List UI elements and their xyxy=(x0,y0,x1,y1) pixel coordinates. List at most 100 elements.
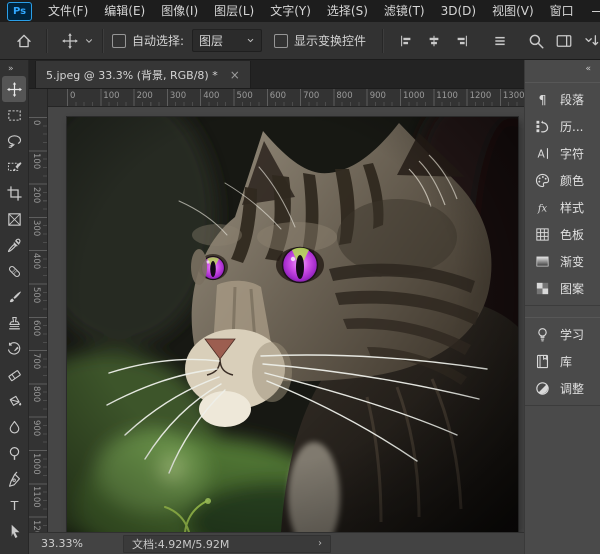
hruler-label: 0 xyxy=(70,91,75,101)
menu-edit[interactable]: 编辑(E) xyxy=(96,0,153,22)
distribute-button[interactable] xyxy=(486,28,514,54)
align-center-button[interactable] xyxy=(420,28,448,54)
panel-item-color[interactable]: 颜色 xyxy=(525,167,600,194)
panel-item-gradients[interactable]: 渐变 xyxy=(525,248,600,275)
panel-item-patterns[interactable]: 图案 xyxy=(525,275,600,302)
tool-bar: » xyxy=(0,60,29,554)
libraries-icon xyxy=(534,353,551,370)
blur-tool[interactable] xyxy=(2,414,26,440)
canvas-image[interactable] xyxy=(67,117,518,532)
separator xyxy=(382,29,384,53)
align-right-button[interactable] xyxy=(448,28,476,54)
panel-item-swatches[interactable]: 色板 xyxy=(525,221,600,248)
menu-3d[interactable]: 3D(D) xyxy=(433,0,484,22)
paint-bucket-tool[interactable] xyxy=(2,388,26,414)
vruler-label: 400 xyxy=(31,253,41,269)
vruler-label: 800 xyxy=(31,386,41,402)
eraser-tool[interactable] xyxy=(2,362,26,388)
healing-brush-tool[interactable] xyxy=(2,258,26,284)
panel-item-styles[interactable]: 样式 xyxy=(525,194,600,221)
status-bar: 33.33% 文档:4.92M/5.92M › xyxy=(29,532,524,554)
brush-tool[interactable] xyxy=(2,284,26,310)
frame-tool[interactable] xyxy=(2,206,26,232)
home-button[interactable] xyxy=(10,28,38,54)
vruler-label: 0 xyxy=(31,120,41,125)
current-tool-button[interactable] xyxy=(56,28,84,54)
align-left-button[interactable] xyxy=(392,28,420,54)
menu-file[interactable]: 文件(F) xyxy=(40,0,96,22)
status-chevron-icon[interactable]: › xyxy=(318,538,322,549)
brush-tool-icon xyxy=(6,289,23,306)
history-brush-tool[interactable] xyxy=(2,336,26,362)
ruler-corner[interactable] xyxy=(29,89,48,108)
crop-tool[interactable] xyxy=(2,180,26,206)
tab-close-icon[interactable]: × xyxy=(230,69,240,81)
panel-item-character[interactable]: 字符 xyxy=(525,140,600,167)
panel-item-label: 样式 xyxy=(560,199,584,216)
workspace-button[interactable] xyxy=(550,28,578,54)
search-button[interactable] xyxy=(522,28,550,54)
tool-preset-chevron[interactable] xyxy=(84,28,94,54)
show-transform-checkbox[interactable] xyxy=(274,34,288,48)
type-tool[interactable] xyxy=(2,492,26,518)
vertical-ruler[interactable]: 0100200300400500600700800900100011001200 xyxy=(29,107,48,532)
hruler-label: 1000 xyxy=(403,91,425,101)
zoom-level-field[interactable]: 33.33% xyxy=(37,537,95,550)
marquee-tool[interactable] xyxy=(2,102,26,128)
minimize-button[interactable] xyxy=(582,0,600,22)
vruler-label: 900 xyxy=(31,420,41,436)
align-left-icon xyxy=(399,34,413,48)
marquee-tool-icon xyxy=(6,107,23,124)
menu-select[interactable]: 选择(S) xyxy=(319,0,376,22)
clone-stamp-tool[interactable] xyxy=(2,310,26,336)
hruler-label: 600 xyxy=(270,91,286,101)
panel-item-libraries[interactable]: 库 xyxy=(525,348,600,375)
move-tool[interactable] xyxy=(2,76,26,102)
menu-type[interactable]: 文字(Y) xyxy=(262,0,319,22)
canvas-viewport[interactable] xyxy=(48,107,524,532)
eyedropper-tool-icon xyxy=(6,237,23,254)
paint-bucket-tool-icon xyxy=(6,393,23,410)
toolbar-expand-button[interactable]: » xyxy=(0,60,15,76)
patterns-icon xyxy=(534,280,551,297)
object-selection-tool[interactable] xyxy=(2,154,26,180)
gradients-icon xyxy=(534,253,551,270)
learn-icon xyxy=(534,326,551,343)
menu-image[interactable]: 图像(I) xyxy=(153,0,206,22)
menu-filter[interactable]: 滤镜(T) xyxy=(376,0,433,22)
menu-window[interactable]: 窗口 xyxy=(542,0,582,22)
panel-item-history[interactable]: 历... xyxy=(525,113,600,140)
hruler-label: 1200 xyxy=(470,91,492,101)
auto-select-checkbox[interactable] xyxy=(112,34,126,48)
dodge-tool[interactable] xyxy=(2,440,26,466)
panel-item-learn[interactable]: 学习 xyxy=(525,321,600,348)
pen-tool[interactable] xyxy=(2,466,26,492)
eraser-tool-icon xyxy=(6,367,23,384)
menu-layer[interactable]: 图层(L) xyxy=(206,0,262,22)
menu-bar: Ps 文件(F)编辑(E)图像(I)图层(L)文字(Y)选择(S)滤镜(T)3D… xyxy=(0,0,600,22)
vruler-label: 500 xyxy=(31,287,41,303)
auto-select-target-dropdown[interactable]: 图层 xyxy=(192,29,262,52)
panel-item-adjustments[interactable]: 调整 xyxy=(525,375,600,402)
show-transform-label: 显示变换控件 xyxy=(294,32,366,49)
arrange-button[interactable] xyxy=(578,28,600,54)
type-tool-icon xyxy=(6,497,23,514)
panel-item-label: 历... xyxy=(560,118,583,135)
panel-item-label: 调整 xyxy=(560,380,584,397)
panel-collapse-button[interactable]: « xyxy=(525,60,600,82)
path-selection-tool[interactable] xyxy=(2,518,26,544)
vruler-label: 100 xyxy=(31,153,41,169)
document-tab[interactable]: 5.jpeg @ 33.3% (背景, RGB/8) * × xyxy=(35,61,251,88)
lasso-tool-icon xyxy=(6,133,23,150)
panel-item-paragraph[interactable]: 段落 xyxy=(525,86,600,113)
photoshop-logo[interactable]: Ps xyxy=(7,2,32,21)
menu-view[interactable]: 视图(V) xyxy=(484,0,542,22)
hruler-label: 500 xyxy=(237,91,253,101)
lasso-tool[interactable] xyxy=(2,128,26,154)
align-right-icon xyxy=(455,34,469,48)
crop-tool-icon xyxy=(6,185,23,202)
eyedropper-tool[interactable] xyxy=(2,232,26,258)
vruler-label: 1100 xyxy=(31,486,41,508)
horizontal-ruler[interactable]: 0100200300400500600700800900100011001200… xyxy=(48,89,524,107)
document-info-text: 文档:4.92M/5.92M xyxy=(132,536,229,552)
